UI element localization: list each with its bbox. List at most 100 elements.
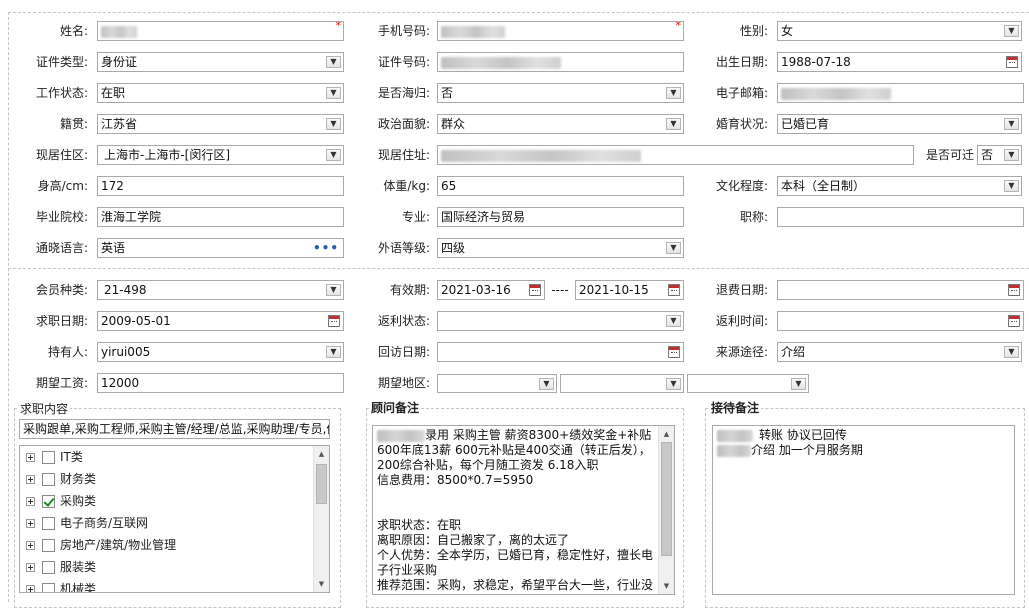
- holder-select[interactable]: yirui005 ▼: [97, 342, 344, 362]
- valid-period-label: 有效期:: [389, 283, 430, 297]
- returnee-select[interactable]: 否 ▼: [437, 83, 684, 103]
- calendar-icon[interactable]: [668, 346, 680, 358]
- accept-remote-select[interactable]: 否 ▼: [977, 145, 1022, 165]
- checkbox[interactable]: [42, 539, 55, 552]
- email-field[interactable]: [777, 83, 1024, 103]
- school-field[interactable]: 淮海工学院: [97, 207, 344, 227]
- dropdown-arrow-icon[interactable]: ▼: [326, 56, 341, 68]
- expand-icon[interactable]: [26, 475, 35, 484]
- education-select[interactable]: 本科（全日制） ▼: [777, 176, 1022, 196]
- id-number-field[interactable]: [437, 52, 684, 72]
- scroll-thumb[interactable]: [661, 442, 672, 556]
- source-select[interactable]: 介绍 ▼: [777, 342, 1022, 362]
- notes-scrollbar[interactable]: ▲ ▼: [658, 426, 674, 594]
- dropdown-arrow-icon[interactable]: ▼: [326, 149, 341, 161]
- dropdown-arrow-icon[interactable]: ▼: [1004, 118, 1019, 130]
- native-place-select[interactable]: 江苏省 ▼: [97, 114, 344, 134]
- calendar-icon[interactable]: [1008, 315, 1020, 327]
- checkbox[interactable]: [42, 473, 55, 486]
- tree-item[interactable]: 采购类: [26, 491, 96, 511]
- tree-scrollbar[interactable]: ▲ ▼: [313, 446, 329, 592]
- tree-item-label: 房地产/建筑/物业管理: [60, 538, 177, 552]
- expand-icon[interactable]: [26, 585, 35, 592]
- tree-item[interactable]: 电子商务/互联网: [26, 513, 148, 533]
- tree-item[interactable]: IT类: [26, 447, 83, 467]
- birth-date-field[interactable]: 1988-07-18: [777, 52, 1022, 72]
- redacted-phone: [441, 25, 505, 38]
- dropdown-arrow-icon[interactable]: ▼: [326, 87, 341, 99]
- dropdown-arrow-icon[interactable]: ▼: [539, 378, 554, 390]
- expected-region-district[interactable]: ▼: [687, 374, 809, 393]
- dropdown-arrow-icon[interactable]: ▼: [666, 242, 681, 254]
- calendar-icon[interactable]: [1006, 56, 1018, 68]
- expected-region-city[interactable]: ▼: [560, 374, 684, 393]
- member-type-select[interactable]: 21-498 ▼: [97, 280, 344, 300]
- dropdown-arrow-icon[interactable]: ▼: [666, 315, 681, 327]
- language-field[interactable]: 英语 •••: [97, 238, 344, 258]
- tree-item[interactable]: 机械类: [26, 579, 96, 592]
- valid-to-field[interactable]: 2021-10-15: [575, 280, 684, 300]
- dropdown-arrow-icon[interactable]: ▼: [1004, 180, 1019, 192]
- dropdown-arrow-icon[interactable]: ▼: [1004, 25, 1019, 37]
- dropdown-arrow-icon[interactable]: ▼: [326, 284, 341, 296]
- dropdown-arrow-icon[interactable]: ▼: [326, 346, 341, 358]
- height-field[interactable]: 172: [97, 176, 344, 196]
- calendar-icon[interactable]: [1008, 284, 1020, 296]
- expand-icon[interactable]: [26, 563, 35, 572]
- phone-field[interactable]: *: [437, 21, 684, 41]
- tree-item[interactable]: 财务类: [26, 469, 96, 489]
- job-category-tree[interactable]: IT类 财务类 采购类 电子商务/互联网 房地产/建筑/物业管理 服装类 机械类…: [19, 445, 330, 593]
- work-status-select[interactable]: 在职 ▼: [97, 83, 344, 103]
- major-field[interactable]: 国际经济与贸易: [437, 207, 684, 227]
- scroll-thumb[interactable]: [316, 464, 327, 504]
- reception-notes-textarea[interactable]: 转账 协议已回传 介绍 加一个月服务期: [712, 425, 1015, 595]
- scroll-down-icon[interactable]: ▼: [659, 580, 674, 592]
- visit-date-field[interactable]: [437, 342, 684, 362]
- tree-item[interactable]: 房地产/建筑/物业管理: [26, 535, 176, 555]
- political-select[interactable]: 群众 ▼: [437, 114, 684, 134]
- calendar-icon[interactable]: [668, 284, 680, 296]
- checkbox-checked[interactable]: [42, 495, 55, 508]
- expected-salary-field[interactable]: 12000: [97, 373, 344, 393]
- checkbox[interactable]: [42, 561, 55, 574]
- refund-date-field[interactable]: [777, 280, 1024, 300]
- valid-to-value: 2021-10-15: [579, 283, 649, 297]
- scroll-up-icon[interactable]: ▲: [314, 448, 329, 460]
- residence-area-select[interactable]: 上海市-上海市-[闵行区] ▼: [97, 145, 344, 165]
- tree-item[interactable]: 服装类: [26, 557, 96, 577]
- weight-field[interactable]: 65: [437, 176, 684, 196]
- language-level-select[interactable]: 四级 ▼: [437, 238, 684, 258]
- expand-icon[interactable]: [26, 453, 35, 462]
- title-field[interactable]: [777, 207, 1024, 227]
- valid-from-field[interactable]: 2021-03-16: [437, 280, 545, 300]
- job-date-field[interactable]: 2009-05-01: [97, 311, 344, 331]
- name-field[interactable]: *: [97, 21, 344, 41]
- checkbox[interactable]: [42, 517, 55, 530]
- rebate-status-select[interactable]: ▼: [437, 311, 684, 331]
- expand-icon[interactable]: [26, 541, 35, 550]
- dropdown-arrow-icon[interactable]: ▼: [666, 378, 681, 390]
- dropdown-arrow-icon[interactable]: ▼: [666, 87, 681, 99]
- address-field[interactable]: [437, 145, 914, 165]
- dropdown-arrow-icon[interactable]: ▼: [791, 378, 806, 390]
- advisor-notes-textarea[interactable]: 录用 采购主管 薪资8300+绩效奖金+补贴 600年底13薪 600元补贴是4…: [372, 425, 675, 595]
- expand-icon[interactable]: [26, 519, 35, 528]
- scroll-up-icon[interactable]: ▲: [659, 428, 674, 440]
- dropdown-arrow-icon[interactable]: ▼: [1004, 346, 1019, 358]
- gender-select[interactable]: 女 ▼: [777, 21, 1022, 41]
- checkbox[interactable]: [42, 451, 55, 464]
- id-type-select[interactable]: 身份证 ▼: [97, 52, 344, 72]
- expand-icon[interactable]: [26, 497, 35, 506]
- dropdown-arrow-icon[interactable]: ▼: [326, 118, 341, 130]
- dropdown-arrow-icon[interactable]: ▼: [666, 118, 681, 130]
- more-options-icon[interactable]: •••: [313, 239, 339, 257]
- dropdown-arrow-icon[interactable]: ▼: [1004, 149, 1019, 161]
- marital-select[interactable]: 已婚已育 ▼: [777, 114, 1022, 134]
- checkbox[interactable]: [42, 583, 55, 592]
- scroll-down-icon[interactable]: ▼: [314, 578, 329, 590]
- rebate-time-field[interactable]: [777, 311, 1024, 331]
- job-content-summary[interactable]: 采购跟单,采购工程师,采购主管/经理/总监,采购助理/专员,供: [19, 419, 330, 439]
- calendar-icon[interactable]: [529, 284, 541, 296]
- calendar-icon[interactable]: [328, 315, 340, 327]
- expected-region-province[interactable]: ▼: [437, 374, 557, 393]
